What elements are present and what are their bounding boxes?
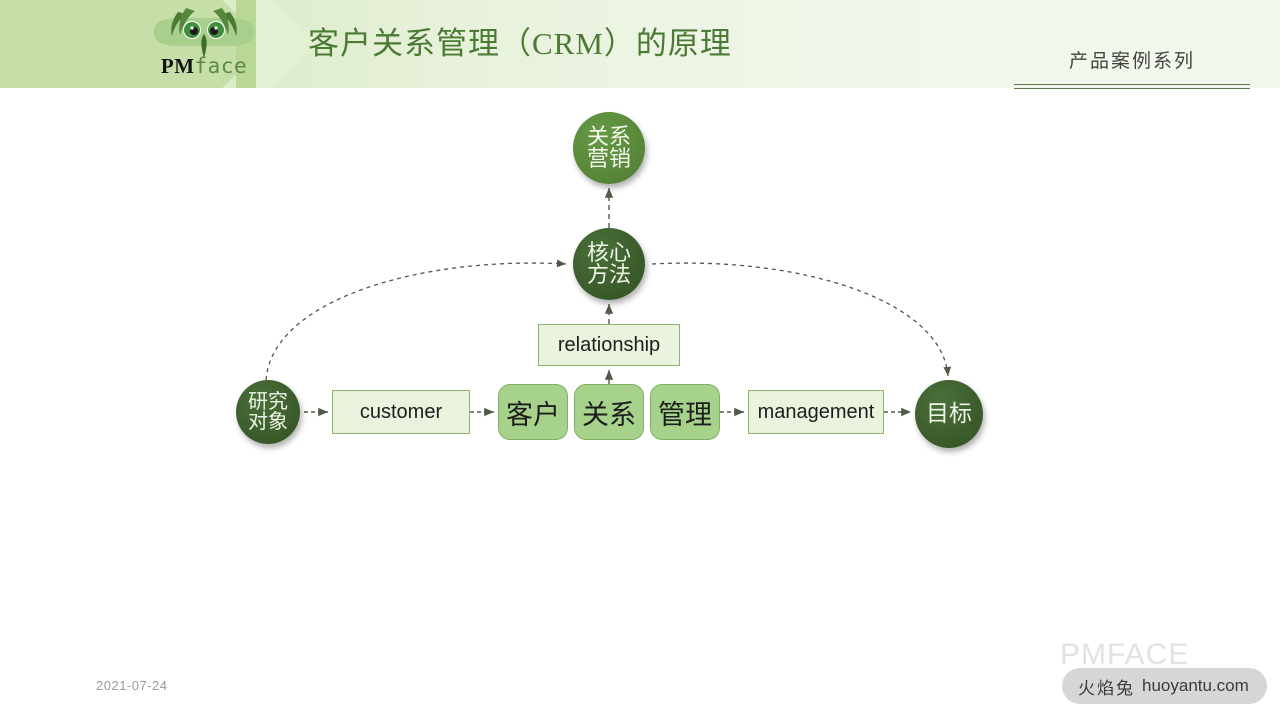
node-core-method-line2: 方法 (586, 262, 631, 287)
node-relationship-marketing-line2: 营销 (586, 146, 631, 171)
node-research-object[interactable]: 研究 对象 (236, 380, 300, 444)
logo-face-text: face (194, 54, 248, 78)
node-relationship-marketing-line1: 关系 (586, 123, 631, 149)
logo-wordmark: PMface (138, 54, 270, 79)
node-research-object-line1: 研究 (248, 390, 288, 413)
node-core-method-line1: 核心 (586, 239, 631, 265)
page-title: 客户关系管理（CRM）的原理 (308, 26, 732, 61)
node-customer-box[interactable]: customer (332, 390, 470, 434)
node-guanxi-box[interactable]: 关系 (574, 384, 644, 440)
pmface-logo: PMface (138, 4, 270, 84)
connector-core-to-goal-arc (651, 262, 952, 377)
node-relationship-marketing[interactable]: 关系 营销 (573, 112, 645, 184)
header-subtitle-wrap: 产品案例系列 (1014, 46, 1250, 73)
node-relationship-box[interactable]: relationship (538, 324, 680, 366)
connector-research-to-core-arc (265, 259, 567, 381)
huoyantu-watermark: 火焰兔 huoyantu.com (1062, 668, 1267, 704)
pmface-watermark: PMFACE (1060, 638, 1190, 671)
node-goal[interactable]: 目标 (915, 380, 983, 448)
logo-pm-text: PM (160, 54, 195, 78)
slide-date: 2021-07-24 (96, 678, 168, 693)
node-kehu-box[interactable]: 客户 (498, 384, 568, 440)
header-subtitle: 产品案例系列 (1068, 51, 1195, 72)
huoyantu-watermark-cn: 火焰兔 (1078, 678, 1135, 698)
node-research-object-line2: 对象 (248, 411, 288, 433)
diagram-canvas: 关系 营销 核心 方法 研究 对象 目标 relationship custom… (0, 88, 1280, 720)
mantis-face-icon (154, 8, 254, 58)
slide-header: PMface 客户关系管理（CRM）的原理 产品案例系列 (0, 0, 1280, 89)
node-guanli-box[interactable]: 管理 (650, 384, 720, 440)
node-management-box[interactable]: management (748, 390, 884, 434)
huoyantu-watermark-url: huoyantu.com (1142, 676, 1249, 695)
node-core-method[interactable]: 核心 方法 (573, 228, 645, 300)
